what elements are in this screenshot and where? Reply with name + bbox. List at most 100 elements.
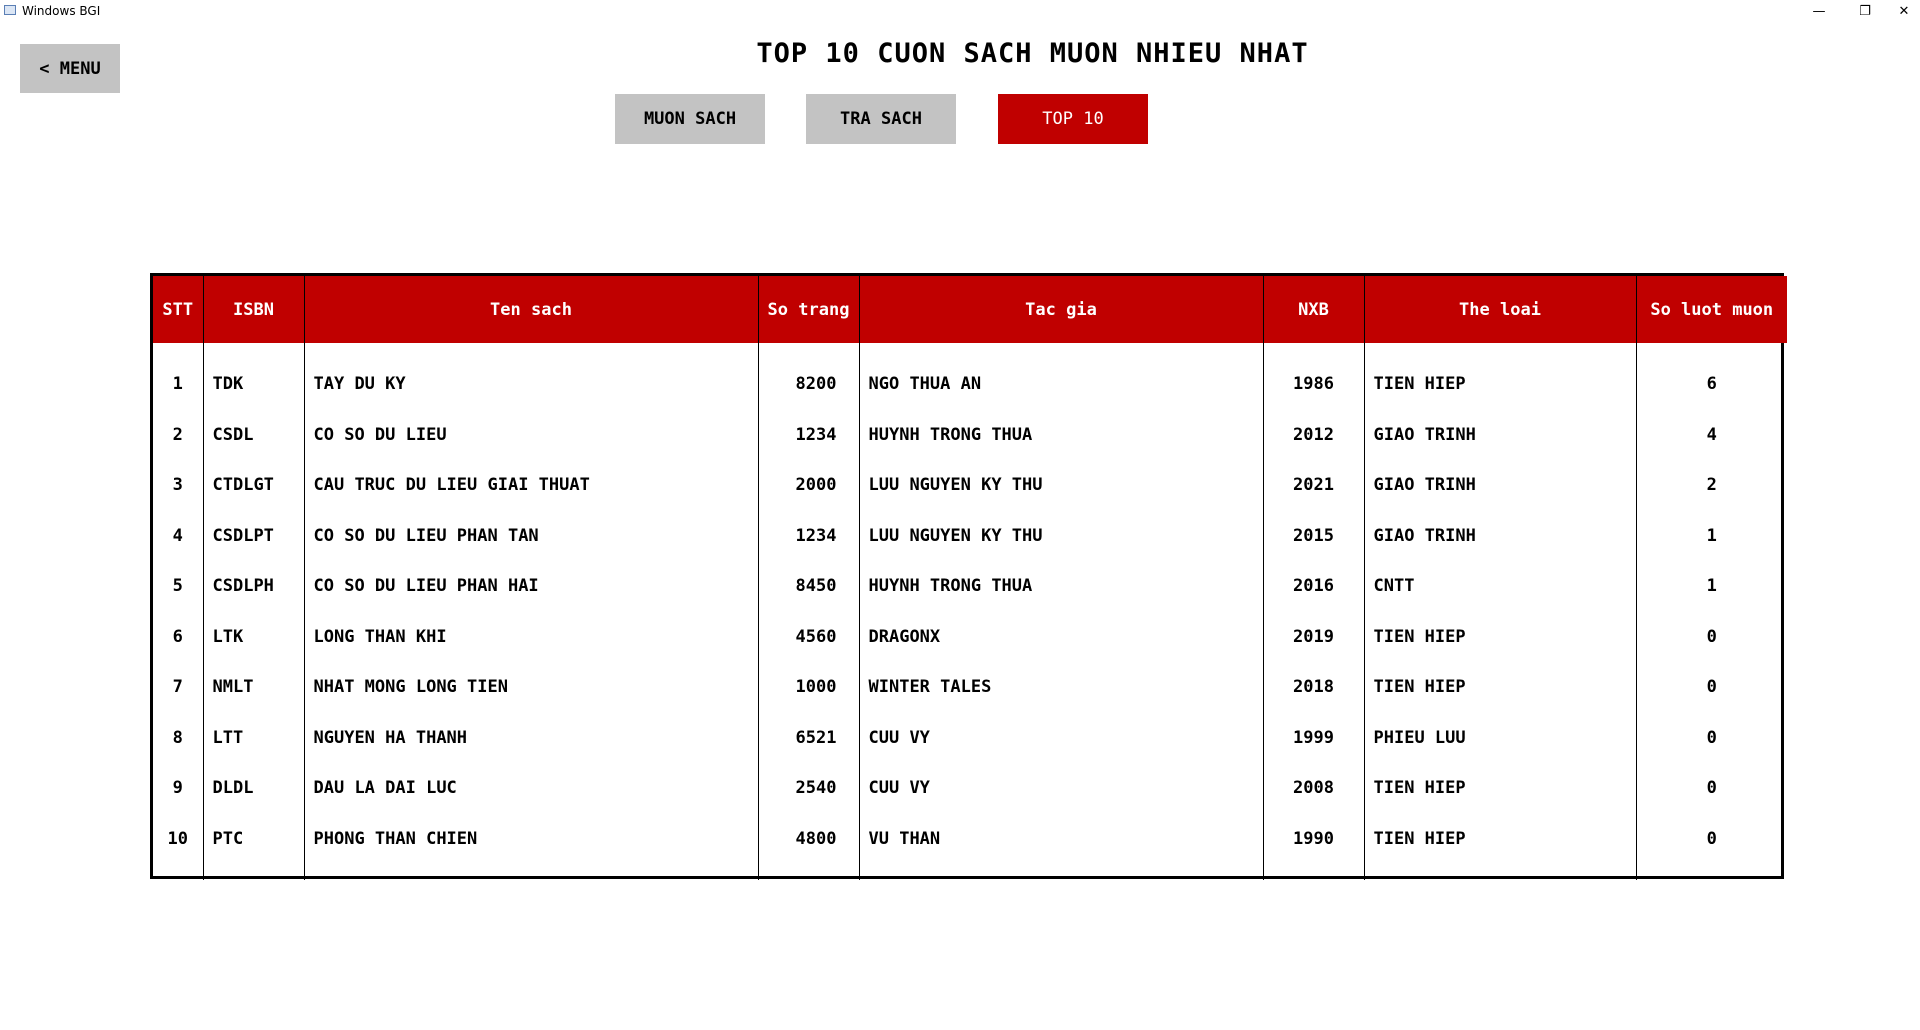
cell-stt: 4 bbox=[172, 525, 183, 546]
table-row: 3 CTDLGT CAU TRUC DU LIEU GIAI THUAT 2000 LU… bbox=[153, 460, 1787, 511]
header-title: Ten sach bbox=[303, 276, 758, 343]
cell-stt: 10 bbox=[167, 828, 188, 849]
cell-borrow-count: 1 bbox=[1635, 561, 1787, 612]
cell-isbn: CTDLGT bbox=[202, 460, 304, 511]
cell-pages: 1234 bbox=[757, 510, 859, 561]
cell-author: WINTER TALES bbox=[858, 662, 1263, 713]
cell-borrow-count: 4 bbox=[1635, 409, 1787, 460]
cell-borrow-count: 6 bbox=[1635, 343, 1787, 410]
cell-isbn: CSDLPT bbox=[202, 510, 304, 561]
table-row: 7 NMLT NHAT MONG LONG TIEN 1000 WINTER TALES… bbox=[153, 662, 1787, 713]
cell-genre: GIAO TRINH bbox=[1363, 409, 1636, 460]
cell-stt: 6 bbox=[172, 626, 183, 647]
cell-author: VU THAN bbox=[858, 813, 1263, 880]
cell-year: 1990 bbox=[1262, 813, 1364, 880]
cell-author: LUU NGUYEN KY THU bbox=[858, 510, 1263, 561]
close-icon[interactable]: ✕ bbox=[1888, 0, 1920, 22]
cell-pages: 4800 bbox=[757, 813, 859, 880]
cell-author: NGO THUA AN bbox=[858, 343, 1263, 410]
cell-stt: 3 bbox=[172, 475, 183, 496]
cell-genre: TIEN HIEP bbox=[1363, 343, 1636, 410]
cell-borrow-count: 0 bbox=[1635, 813, 1787, 880]
cell-title: CO SO DU LIEU bbox=[303, 409, 758, 460]
cell-pages: 2000 bbox=[757, 460, 859, 511]
window-title: Windows BGI bbox=[22, 4, 101, 18]
cell-title: CAU TRUC DU LIEU GIAI THUAT bbox=[303, 460, 758, 511]
table-row: 5 CSDLPH CO SO DU LIEU PHAN HAI 8450 HUYNH T… bbox=[153, 561, 1787, 612]
table-row: 4 CSDLPT CO SO DU LIEU PHAN TAN 1234 LUU NGU… bbox=[153, 510, 1787, 561]
cell-isbn: LTT bbox=[202, 712, 304, 763]
cell-borrow-count: 0 bbox=[1635, 712, 1787, 763]
cell-year: 1999 bbox=[1262, 712, 1364, 763]
cell-pages: 4560 bbox=[757, 611, 859, 662]
table-row: 10 PTC PHONG THAN CHIEN 4800 VU THAN 1990 TIEN… bbox=[153, 813, 1787, 880]
cell-author: LUU NGUYEN KY THU bbox=[858, 460, 1263, 511]
cell-stt: 8 bbox=[172, 727, 183, 748]
cell-year: 2012 bbox=[1262, 409, 1364, 460]
cell-borrow-count: 1 bbox=[1635, 510, 1787, 561]
cell-title: PHONG THAN CHIEN bbox=[303, 813, 758, 880]
page-title: TOP 10 CUON SACH MUON NHIEU NHAT bbox=[756, 38, 1309, 69]
table-row: 9 DLDL DAU LA DAI LUC 2540 CUU VY 2008 TIEN HI… bbox=[153, 763, 1787, 814]
cell-stt: 9 bbox=[172, 778, 183, 799]
cell-pages: 1000 bbox=[757, 662, 859, 713]
cell-pages: 8450 bbox=[757, 561, 859, 612]
cell-stt: 2 bbox=[172, 424, 183, 445]
cell-year: 1986 bbox=[1262, 343, 1364, 410]
cell-stt: 1 bbox=[172, 374, 183, 395]
cell-isbn: TDK bbox=[202, 343, 304, 410]
cell-author: CUU VY bbox=[858, 712, 1263, 763]
app-icon bbox=[4, 5, 16, 15]
cell-genre: TIEN HIEP bbox=[1363, 611, 1636, 662]
cell-title: CO SO DU LIEU PHAN TAN bbox=[303, 510, 758, 561]
cell-isbn: PTC bbox=[202, 813, 304, 880]
cell-pages: 2540 bbox=[757, 763, 859, 814]
cell-title: NHAT MONG LONG TIEN bbox=[303, 662, 758, 713]
cell-isbn: DLDL bbox=[202, 763, 304, 814]
table-row: 8 LTT NGUYEN HA THANH 6521 CUU VY 1999 PHIEU L… bbox=[153, 712, 1787, 763]
cell-isbn: LTK bbox=[202, 611, 304, 662]
tab-borrow-book[interactable]: MUON SACH bbox=[615, 94, 765, 144]
top-books-table: STT ISBN Ten sach So trang Tac gia NXB T… bbox=[150, 273, 1787, 880]
cell-genre: TIEN HIEP bbox=[1363, 813, 1636, 880]
header-genre: The loai bbox=[1363, 276, 1636, 343]
cell-stt: 7 bbox=[172, 677, 183, 698]
minimize-icon[interactable]: — bbox=[1796, 0, 1842, 22]
cell-isbn: CSDLPH bbox=[202, 561, 304, 612]
cell-title: NGUYEN HA THANH bbox=[303, 712, 758, 763]
title-bar: Windows BGI — ❐ ✕ bbox=[0, 0, 1920, 22]
header-pages: So trang bbox=[757, 276, 859, 343]
cell-author: CUU VY bbox=[858, 763, 1263, 814]
cell-genre: TIEN HIEP bbox=[1363, 662, 1636, 713]
header-borrow-count: So luot muon bbox=[1635, 276, 1787, 343]
cell-title: DAU LA DAI LUC bbox=[303, 763, 758, 814]
cell-genre: GIAO TRINH bbox=[1363, 510, 1636, 561]
cell-author: DRAGONX bbox=[858, 611, 1263, 662]
tab-top-10[interactable]: TOP 10 bbox=[998, 94, 1148, 144]
cell-year: 2015 bbox=[1262, 510, 1364, 561]
table-row: 1 TDK TAY DU KY 8200 NGO THUA AN 1986 TIEN HIE… bbox=[153, 343, 1787, 410]
cell-isbn: NMLT bbox=[202, 662, 304, 713]
cell-year: 2008 bbox=[1262, 763, 1364, 814]
cell-year: 2021 bbox=[1262, 460, 1364, 511]
cell-stt: 5 bbox=[172, 576, 183, 597]
cell-genre: GIAO TRINH bbox=[1363, 460, 1636, 511]
header-author: Tac gia bbox=[858, 276, 1263, 343]
cell-genre: TIEN HIEP bbox=[1363, 763, 1636, 814]
cell-author: HUYNH TRONG THUA bbox=[858, 409, 1263, 460]
restore-icon[interactable]: ❐ bbox=[1842, 0, 1888, 22]
cell-pages: 6521 bbox=[757, 712, 859, 763]
cell-pages: 8200 bbox=[757, 343, 859, 410]
cell-title: LONG THAN KHI bbox=[303, 611, 758, 662]
cell-borrow-count: 0 bbox=[1635, 662, 1787, 713]
tab-return-book[interactable]: TRA SACH bbox=[806, 94, 956, 144]
header-isbn: ISBN bbox=[202, 276, 304, 343]
table-row: 2 CSDL CO SO DU LIEU 1234 HUYNH TRONG THUA 20… bbox=[153, 409, 1787, 460]
cell-isbn: CSDL bbox=[202, 409, 304, 460]
header-stt: STT bbox=[153, 276, 203, 343]
table-row: 6 LTK LONG THAN KHI 4560 DRAGONX 2019 TIEN HIE… bbox=[153, 611, 1787, 662]
cell-genre: PHIEU LUU bbox=[1363, 712, 1636, 763]
cell-borrow-count: 0 bbox=[1635, 763, 1787, 814]
table-header-row: STT ISBN Ten sach So trang Tac gia NXB T… bbox=[153, 276, 1787, 343]
cell-borrow-count: 0 bbox=[1635, 611, 1787, 662]
